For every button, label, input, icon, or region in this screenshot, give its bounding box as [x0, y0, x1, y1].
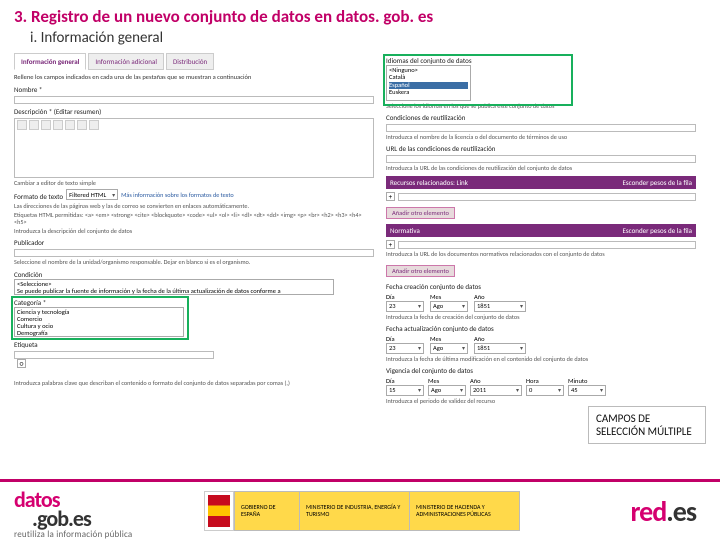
descripcion-editor[interactable]: [14, 118, 374, 178]
url-cond-hint: Introduzca la URL de las condiciones de …: [386, 165, 696, 172]
ano-select[interactable]: 2011▾: [470, 385, 522, 396]
footer: datos.gob.es reutiliza la información pú…: [0, 482, 720, 540]
toolbar-btn[interactable]: [17, 120, 27, 130]
vigencia-hint: Introduzca el periodo de validez del rec…: [386, 398, 696, 405]
toolbar-btn[interactable]: [41, 120, 51, 130]
idiomas-multiselect[interactable]: <Ninguno> Català Español Euskera: [386, 65, 471, 101]
categoria-label: Categoría *: [14, 298, 374, 307]
condicion-label: Condición: [14, 270, 374, 279]
toolbar-btn[interactable]: [53, 120, 63, 130]
fecha-act-label: Fecha actualización conjunto de datos: [386, 324, 696, 333]
url-cond-input[interactable]: [386, 155, 696, 163]
format-label: Formato de texto: [14, 192, 63, 201]
normativa-header: NormativaEsconder pesos de la fila: [386, 224, 696, 237]
fecha-act-hint: Introduzca la fecha de última modificaci…: [386, 356, 696, 363]
plus-icon[interactable]: +: [386, 240, 395, 249]
escudo-icon: [204, 491, 234, 531]
toolbar-btn[interactable]: [89, 120, 99, 130]
idiomas-label: Idiomas del conjunto de datos: [386, 56, 696, 65]
minuto-select[interactable]: 45▾: [568, 385, 606, 396]
gobierno-logo: GOBIERNO DE ESPAÑA MINISTERIO DE INDUSTR…: [204, 491, 520, 531]
format-more-link[interactable]: Más información sobre los formatos de te…: [121, 192, 234, 199]
tabs: Información general Información adiciona…: [14, 53, 374, 70]
etiqueta-label: Etiqueta: [14, 340, 374, 349]
categoria-multiselect[interactable]: Ciencia y tecnología Comercio Cultura y …: [14, 307, 184, 337]
dia-select[interactable]: 15▾: [386, 385, 424, 396]
tab-info-general[interactable]: Información general: [14, 53, 86, 70]
etiqueta-input[interactable]: [14, 351, 214, 359]
recursos-header: Recursos relacionados: LinkEsconder peso…: [386, 176, 696, 189]
publicador-hint: Seleccione el nombre de la unidad/organi…: [14, 259, 374, 266]
recursos-input[interactable]: [398, 193, 696, 201]
format-help-2: Etiquetas HTML permitidas: <a> <em> <str…: [14, 212, 374, 226]
recursos-add-button[interactable]: Añadir otro elemento: [386, 207, 455, 219]
datos-gob-logo: datos.gob.es reutiliza la información pú…: [14, 490, 186, 533]
fecha-crea-hint: Introduzca la fecha de creación del conj…: [386, 314, 696, 321]
ministerio-hacienda: MINISTERIO DE HACIENDA Y ADMINISTRACIONE…: [410, 491, 520, 531]
desc-hint: Introduzca la descripción del conjunto d…: [14, 228, 374, 235]
red-es-logo: red.es: [630, 494, 696, 529]
normativa-add-button[interactable]: Añadir otro elemento: [386, 265, 455, 277]
mes-select[interactable]: Ago▾: [430, 343, 468, 354]
cond-reut-label: Condiciones de reutilización: [386, 113, 696, 122]
gobierno-label: GOBIERNO DE ESPAÑA: [234, 491, 300, 531]
idiomas-hint: Seleccione los idiomas en los que se pub…: [386, 103, 696, 110]
hora-select[interactable]: 0▾: [526, 385, 564, 396]
intro-text: Rellene los campos indicados en cada una…: [14, 74, 374, 82]
cond-reut-hint: Introduzca el nombre de la licencia o de…: [386, 134, 696, 141]
ministerio-industria: MINISTERIO DE INDUSTRIA, ENERGÍA Y TURIS…: [300, 491, 410, 531]
callout-box: CAMPOS DE SELECCIÓN MÚLTIPLE: [588, 406, 706, 444]
normativa-hint: Introduzca la URL de los documentos norm…: [386, 251, 696, 258]
mes-select[interactable]: Ago▾: [428, 385, 466, 396]
vigencia-label: Vigencia del conjunto de datos: [386, 366, 696, 375]
dia-select[interactable]: 23▾: [386, 343, 424, 354]
plus-icon[interactable]: +: [386, 192, 395, 201]
nombre-label: Nombre *: [14, 85, 374, 94]
toolbar-btn[interactable]: [65, 120, 75, 130]
format-help-1: Las direcciones de las páginas web y las…: [14, 203, 374, 210]
cond-reut-input[interactable]: [386, 124, 696, 132]
nombre-input[interactable]: [14, 96, 374, 104]
page-title: 3. Registro de un nuevo conjunto de dato…: [0, 0, 720, 29]
toolbar-btn[interactable]: [77, 120, 87, 130]
page-subtitle: i. Información general: [0, 29, 720, 53]
publicador-label: Publicador: [14, 238, 374, 247]
mes-select[interactable]: Ago▾: [430, 301, 468, 312]
tab-info-adicional[interactable]: Información adicional: [88, 53, 164, 70]
format-select[interactable]: Filtered HTML▾: [66, 189, 118, 200]
toolbar-btn[interactable]: [29, 120, 39, 130]
ano-select[interactable]: 1851▾: [474, 301, 526, 312]
etiqueta-hint: Introduzca palabras clave que describan …: [14, 380, 374, 387]
condicion-select[interactable]: <Seleccione> Se puede publicar la fuente…: [14, 279, 334, 295]
etiqueta-add[interactable]: ○: [17, 359, 26, 368]
dia-select[interactable]: 23▾: [386, 301, 424, 312]
chevron-down-icon: ▾: [112, 191, 115, 199]
editor-toolbar: [15, 119, 373, 131]
publicador-input[interactable]: [14, 249, 374, 257]
descripcion-label: Descripción * (Editar resumen): [14, 107, 374, 116]
url-cond-label: URL de las condiciones de reutilización: [386, 144, 696, 153]
ano-select[interactable]: 1851▾: [474, 343, 526, 354]
tab-distribucion[interactable]: Distribución: [166, 53, 214, 70]
editor-switch[interactable]: Cambiar a editor de texto simple: [14, 180, 374, 187]
fecha-crea-label: Fecha creación conjunto de datos: [386, 282, 696, 291]
normativa-input[interactable]: [398, 241, 696, 249]
